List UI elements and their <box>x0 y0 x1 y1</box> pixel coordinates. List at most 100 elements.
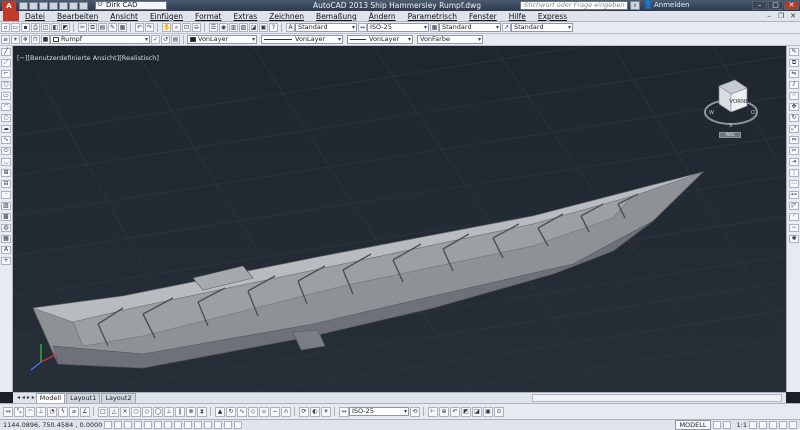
menu-datei[interactable]: Datei <box>25 12 45 21</box>
ucs-world-icon[interactable]: ⊕ <box>439 406 449 417</box>
properties-icon[interactable]: ☰ <box>209 23 218 32</box>
publish-icon[interactable]: ◧ <box>51 23 60 32</box>
layer-manager-icon[interactable]: ≡ <box>1 35 10 44</box>
quick-properties-toggle[interactable] <box>224 421 233 429</box>
ducs-toggle[interactable] <box>184 421 193 429</box>
close-icon[interactable]: ✕ <box>784 1 799 10</box>
search-icon[interactable]: ⌕ <box>630 1 640 10</box>
table-icon[interactable]: ▦ <box>1 235 11 243</box>
extend-icon[interactable]: ⇥ <box>789 158 799 166</box>
snap-toggle[interactable] <box>114 421 123 429</box>
lineweight-select[interactable]: VonLayer <box>347 35 413 44</box>
zoom-previous-icon[interactable]: ⊖ <box>192 23 201 32</box>
mtext-icon[interactable]: A <box>1 246 11 254</box>
redo-icon[interactable] <box>79 1 88 10</box>
doc-minimize-icon[interactable]: – <box>764 12 774 20</box>
copy-icon[interactable]: ⧉ <box>88 23 97 32</box>
snap-parallel-icon[interactable]: ∥ <box>175 406 185 417</box>
break-icon[interactable]: ⋯ <box>789 180 799 188</box>
snap-midpoint-icon[interactable]: △ <box>109 406 119 417</box>
isolate-objects-icon[interactable] <box>779 421 787 429</box>
match-properties-icon[interactable]: ✎ <box>108 23 117 32</box>
copy-object-icon[interactable]: ⧉ <box>789 59 799 67</box>
color-select[interactable]: VonLayer <box>187 35 257 44</box>
polygon-icon[interactable]: ⬡ <box>1 81 11 89</box>
fillet-icon[interactable]: ◜ <box>789 213 799 221</box>
layer-freeze-icon[interactable]: ❄ <box>21 35 30 44</box>
undo-icon[interactable] <box>69 1 78 10</box>
dim-ordinate-icon[interactable]: ⊥ <box>36 406 46 417</box>
scale-icon[interactable]: ⤢ <box>789 125 799 133</box>
sweep-icon[interactable]: ∿ <box>237 406 247 417</box>
revcloud-icon[interactable]: ☁ <box>1 125 11 133</box>
subtract-icon[interactable]: − <box>270 406 280 417</box>
snap-endpoint-icon[interactable]: □ <box>98 406 108 417</box>
dim-radius-icon[interactable]: ◔ <box>47 406 57 417</box>
annotation-scale[interactable]: 1:1 <box>737 421 747 429</box>
snap-intersection-icon[interactable]: ✕ <box>120 406 130 417</box>
ucs-face-icon[interactable]: ◩ <box>461 406 471 417</box>
visual-style-icon[interactable]: ◐ <box>310 406 320 417</box>
drawing-viewport[interactable]: [−][Benutzerdefinierte Ansicht][Realisti… <box>13 46 786 392</box>
horizontal-scrollbar[interactable] <box>532 394 782 402</box>
design-center-icon[interactable]: ◉ <box>219 23 228 32</box>
join-icon[interactable]: ⊷ <box>789 191 799 199</box>
mleader-style-select[interactable]: Standard <box>511 23 573 32</box>
circle-icon[interactable]: ○ <box>1 114 11 122</box>
text-style-select[interactable]: Standard <box>295 23 357 32</box>
ucs-object-icon[interactable]: ◪ <box>472 406 482 417</box>
ucs-view-icon[interactable]: ▣ <box>483 406 493 417</box>
maximize-icon[interactable]: □ <box>768 1 783 10</box>
construction-line-icon[interactable]: ⟋ <box>1 59 11 67</box>
paste-icon[interactable]: ▤ <box>98 23 107 32</box>
ucs-origin-icon[interactable]: ⊙ <box>494 406 504 417</box>
clean-screen-icon[interactable] <box>789 421 797 429</box>
explode-icon[interactable]: ✺ <box>789 235 799 243</box>
open-file-icon[interactable] <box>29 1 38 10</box>
workspace-select[interactable]: Dirk CAD <box>95 1 167 10</box>
ellipse-icon[interactable]: ⬭ <box>1 147 11 155</box>
snap-node-icon[interactable]: ⊗ <box>186 406 196 417</box>
dim-style-icon[interactable]: ↔ <box>358 23 367 32</box>
print-icon[interactable] <box>59 1 68 10</box>
menu-einfuegen[interactable]: Einfügen <box>150 12 183 21</box>
tab-layout2[interactable]: Layout2 <box>101 393 136 403</box>
3d-osnap-toggle[interactable] <box>164 421 173 429</box>
snap-tangent-icon[interactable]: ◯ <box>153 406 163 417</box>
layer-color-icon[interactable]: ■ <box>41 35 50 44</box>
arc-icon[interactable]: ◠ <box>1 103 11 111</box>
otrack-toggle[interactable] <box>174 421 183 429</box>
revolve-icon[interactable]: ↻ <box>226 406 236 417</box>
move-icon[interactable]: ✥ <box>789 103 799 111</box>
new-icon[interactable]: ▫ <box>1 23 10 32</box>
menu-extras[interactable]: Extras <box>233 12 257 21</box>
bottom-dim-style-select[interactable]: ISO-25 <box>349 407 409 416</box>
polar-toggle[interactable] <box>144 421 153 429</box>
quickcalc-icon[interactable]: ▣ <box>259 23 268 32</box>
undo-toolbar-icon[interactable]: ↶ <box>135 23 144 32</box>
dim-arc-icon[interactable]: ◠ <box>25 406 35 417</box>
ellipse-arc-icon[interactable]: ◡ <box>1 158 11 166</box>
blend-icon[interactable]: ∽ <box>789 224 799 232</box>
plot-icon[interactable]: ⎙ <box>31 23 40 32</box>
tab-layout1[interactable]: Layout1 <box>66 393 101 403</box>
dim-linear-icon[interactable]: ↔ <box>3 406 13 417</box>
viewport-controls-label[interactable]: [−][Benutzerdefinierte Ansicht][Realisti… <box>17 54 159 62</box>
table-style-icon[interactable]: ▦ <box>430 23 439 32</box>
insert-block-icon[interactable]: ⊞ <box>1 169 11 177</box>
linetype-select[interactable]: VonLayer <box>261 35 343 44</box>
point-icon[interactable]: · <box>1 191 11 199</box>
stretch-icon[interactable]: ⇔ <box>789 136 799 144</box>
make-current-icon[interactable]: ✓ <box>151 35 160 44</box>
dim-aligned-icon[interactable]: ⤡ <box>14 406 24 417</box>
transparency-toggle[interactable] <box>214 421 223 429</box>
dim-angular-icon[interactable]: ∠ <box>80 406 90 417</box>
snap-nearest-icon[interactable]: ⧗ <box>197 406 207 417</box>
model-space-button[interactable]: MODELL <box>675 420 711 430</box>
menu-hilfe[interactable]: Hilfe <box>509 12 526 21</box>
snap-center-icon[interactable]: ○ <box>131 406 141 417</box>
text-style-icon[interactable]: A <box>286 23 295 32</box>
ortho-toggle[interactable] <box>134 421 143 429</box>
rectangle-icon[interactable]: ▭ <box>1 92 11 100</box>
loft-icon[interactable]: ◇ <box>248 406 258 417</box>
